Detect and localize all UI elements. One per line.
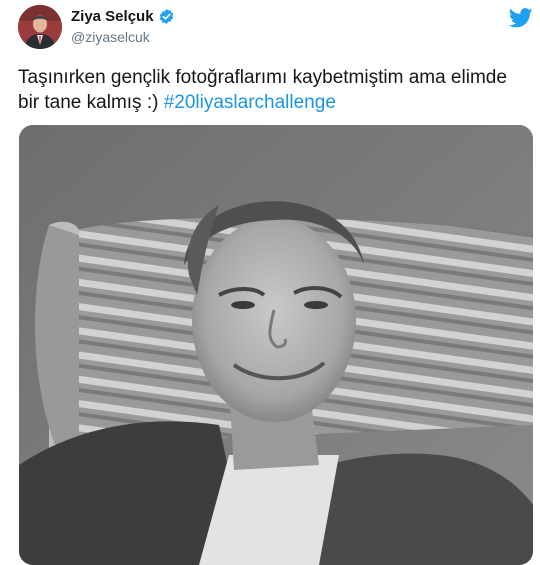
portrait-photo [19,125,533,565]
author-display-name[interactable]: Ziya Selçuk [71,8,154,25]
author-name-row: Ziya Selçuk [71,8,175,25]
author-handle[interactable]: @ziyaselcuk [71,29,150,45]
hashtag-link[interactable]: #20liyaslarchallenge [164,92,336,113]
author-avatar[interactable] [18,5,62,49]
twitter-bird-icon[interactable] [509,8,533,28]
tweet-photo[interactable] [19,125,533,565]
tweet-text: Taşınırken gençlik fotoğraflarımı kaybet… [18,65,528,115]
avatar-image [18,5,62,49]
tweet-card: Ziya Selçuk @ziyaselcuk Taşınırken gençl… [0,0,540,565]
verified-badge-icon [159,9,173,24]
